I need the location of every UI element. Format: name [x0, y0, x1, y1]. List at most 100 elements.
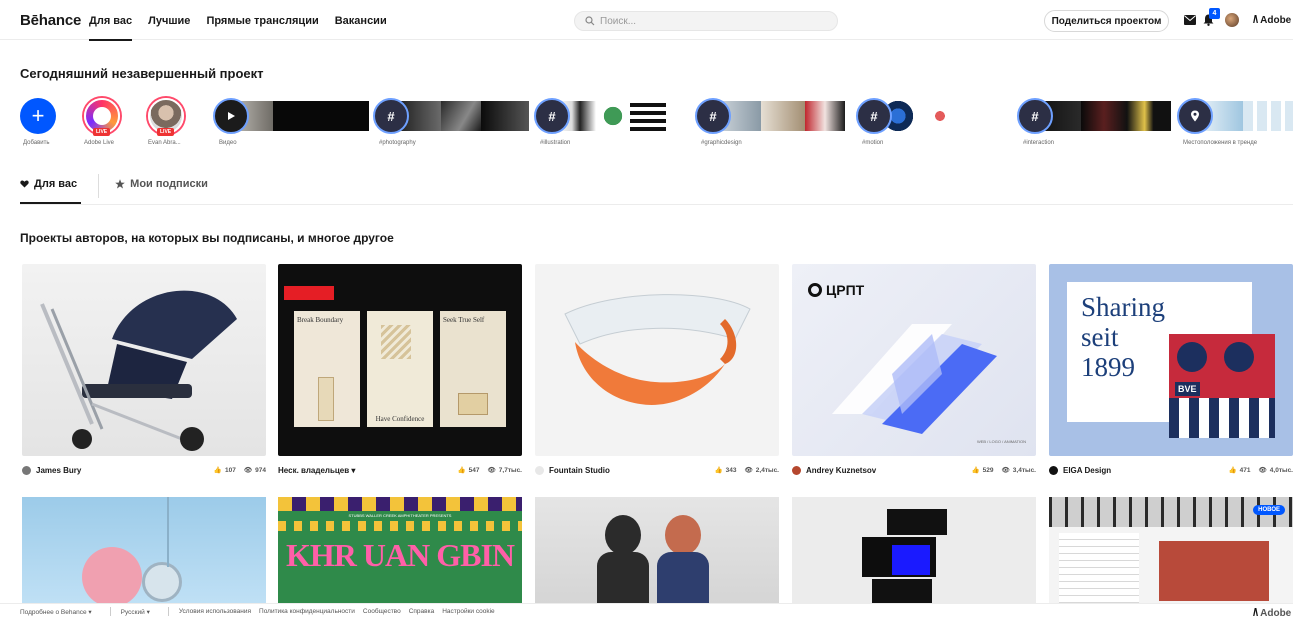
project-card-eiga[interactable]: Sharing seit 1899 BVE [1049, 264, 1293, 456]
like-count: 107 [225, 466, 236, 474]
share-project-button[interactable]: Поделиться проектом [1044, 10, 1169, 32]
thumbs-up-icon: 👍 [213, 467, 223, 474]
story-label: #interaction [1023, 140, 1055, 146]
today-section-title: Сегодняшний незавершенный проект [20, 66, 264, 81]
owner-name: Andrey Kuznetsov [806, 465, 877, 475]
footer-help[interactable]: Справка [409, 608, 435, 615]
project-owner[interactable]: Fountain Studio [535, 465, 610, 475]
adobe-link[interactable]: /\ Adobe [1253, 14, 1291, 26]
poster-2: Have Confidence [367, 311, 433, 427]
footer-cookie-settings[interactable]: Настройки cookie [442, 608, 494, 615]
footer-adobe-link[interactable]: /\ Adobe [1253, 607, 1291, 619]
live-badge: LIVE [93, 128, 111, 136]
tab-for-you[interactable]: Для вас [89, 15, 133, 41]
story-label: #motion [862, 140, 884, 146]
footer-community[interactable]: Сообщество [363, 608, 401, 615]
project-stats: 👍 547 👁 7,7тыс. [458, 466, 522, 475]
project-meta: Andrey Kuznetsov 👍 529 👁 3,4тыс. [792, 463, 1036, 477]
story-label: Adobe Live [84, 140, 115, 146]
story-label: Evan Abra... [148, 140, 181, 146]
top-navigation-bar: Bēhance Для вас Лучшие Прямые трансляции… [0, 0, 1293, 41]
khr-subtitle: STUBBS WALLER CREEK AMPHITHEATER PRESENT… [348, 513, 452, 518]
footer-privacy[interactable]: Политика конфиденциальности [259, 608, 355, 615]
tab-livestreams[interactable]: Прямые трансляции [206, 15, 318, 27]
project-stats: 👍 471 👁 4,0тыс. [1229, 466, 1293, 475]
tab-jobs[interactable]: Вакансии [335, 15, 387, 27]
hashtag-icon: # [373, 98, 409, 134]
story-label: Местоположения в тренде [1183, 140, 1258, 146]
owner-name: Fountain Studio [549, 465, 610, 475]
project-card-fountain-glasses[interactable] [535, 264, 779, 456]
story-label: Видео [219, 140, 237, 146]
glasses-image [564, 294, 751, 405]
footer-terms[interactable]: Условия использования [179, 608, 251, 615]
footer: Подробнее о Behance ▾ Русский ▾ Условия … [0, 603, 1293, 619]
cprt-folder-image [832, 324, 997, 434]
search-bar[interactable] [574, 11, 838, 31]
star-icon [115, 179, 125, 189]
project-card-row2-4[interactable] [792, 497, 1036, 603]
project-meta: Неск. владельцев ▾ 👍 547 👁 7,7тыс. [278, 463, 522, 477]
footer-language[interactable]: Русский ▾ [121, 608, 150, 616]
project-stats: 👍 529 👁 3,4тыс. [972, 466, 1036, 475]
project-meta: James Bury 👍 107 👁 974 [22, 463, 266, 477]
feed-tab-label: Для вас [34, 178, 78, 190]
bve-label: BVE [1175, 382, 1200, 396]
view-count: 974 [255, 466, 266, 474]
feed-subtitle: Проекты авторов, на которых вы подписаны… [20, 231, 394, 245]
footer-about-behance[interactable]: Подробнее о Behance ▾ [20, 608, 92, 616]
project-meta: Fountain Studio 👍 343 👁 2,4тыс. [535, 463, 779, 477]
project-stats: 👍 343 👁 2,4тыс. [715, 466, 779, 475]
poster-1: Break Boundary [294, 311, 360, 427]
owner-avatar [535, 465, 544, 475]
cprt-caption: WEB / LOGO / ANIMATION [976, 439, 1026, 444]
messages-icon[interactable] [1183, 13, 1197, 27]
view-count: 2,4тыс. [755, 466, 779, 474]
add-icon: + [20, 98, 56, 134]
search-input[interactable] [600, 15, 800, 27]
feed-tab-subscriptions[interactable]: Мои подписки [115, 178, 208, 190]
project-card-row2-2[interactable]: STUBBS WALLER CREEK AMPHITHEATER PRESENT… [278, 497, 522, 603]
live-badge: LIVE [157, 128, 175, 136]
main-nav: Для вас Лучшие Прямые трансляции Ваканси… [89, 15, 387, 41]
eye-icon: 👁 [487, 467, 496, 474]
eye-icon: 👁 [1001, 467, 1010, 474]
project-card-if-design[interactable]: Break Boundary Have Confidence Seek True… [278, 264, 522, 456]
tab-best[interactable]: Лучшие [148, 15, 190, 27]
project-meta: EIGA Design 👍 471 👁 4,0тыс. [1049, 463, 1293, 477]
project-card-row2-3[interactable] [535, 497, 779, 603]
eye-icon: 👁 [243, 467, 253, 474]
hashtag-icon: # [856, 98, 892, 134]
owner-avatar [1049, 465, 1058, 475]
adobe-cc-inner [93, 107, 111, 125]
story-label: #photography [379, 140, 416, 146]
project-card-row2-5[interactable]: НОВОЕ [1049, 497, 1293, 603]
project-owner[interactable]: James Bury [22, 465, 81, 475]
location-thumbnails [1199, 101, 1293, 131]
search-icon [585, 16, 595, 26]
project-card-row2-1[interactable] [22, 497, 266, 603]
project-owner-dropdown[interactable]: Неск. владельцев ▾ [278, 466, 355, 475]
feed-tabs: Для вас Мои подписки [20, 178, 208, 190]
play-icon [213, 98, 249, 134]
footer-divider [167, 607, 169, 616]
feed-divider [20, 204, 1293, 205]
adobe-label: Adobe [1260, 14, 1292, 26]
user-avatar[interactable] [1225, 13, 1239, 27]
project-card-cprt[interactable]: ЦРПТ WEB / LOGO / ANIMATION [792, 264, 1036, 456]
poster-3-text: Seek True Self [443, 316, 485, 324]
owner-avatar [792, 465, 801, 475]
graphicdesign-thumbnails [717, 101, 845, 131]
notification-count-badge: 4 [1209, 8, 1220, 19]
story-label: #graphicdesign [701, 140, 742, 146]
poster-2-text: Have Confidence [375, 415, 425, 423]
hashtag-icon: # [695, 98, 731, 134]
eiga-illustration: BVE [1169, 334, 1275, 438]
project-card-stroller[interactable] [22, 264, 266, 456]
project-owner[interactable]: Andrey Kuznetsov [792, 465, 877, 475]
feed-tab-for-you[interactable]: Для вас [20, 178, 77, 190]
behance-logo[interactable]: Bēhance [20, 12, 81, 29]
map-pin-icon [1177, 98, 1213, 134]
project-owner[interactable]: EIGA Design [1049, 465, 1111, 475]
hashtag-icon: # [1017, 98, 1053, 134]
